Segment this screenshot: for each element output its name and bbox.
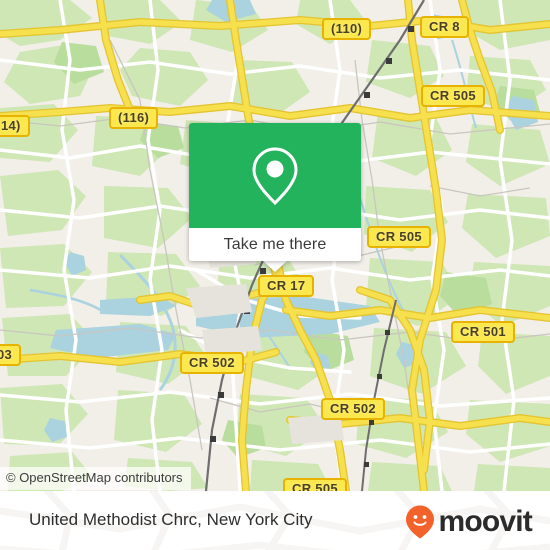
moovit-logo[interactable]: moovit — [404, 504, 533, 540]
road-shield: CR 505 — [421, 85, 485, 107]
map-pin-icon — [252, 146, 298, 205]
take-me-there-button[interactable]: Take me there — [189, 228, 361, 261]
road-shield: CR 505 — [367, 226, 431, 248]
moovit-wordmark: moovit — [438, 505, 532, 538]
location-popup-card[interactable]: Take me there — [189, 123, 361, 261]
road-shield: CR 505 — [283, 478, 347, 491]
footer-bar: United Methodist Chrc, New York City moo… — [0, 491, 550, 550]
location-title: United Methodist Chrc, New York City — [29, 510, 313, 529]
popup-pin-area — [189, 123, 361, 228]
road-shield: CR 8 — [420, 16, 469, 38]
road-shield: (116) — [109, 107, 159, 129]
osm-attribution[interactable]: © OpenStreetMap contributors — [0, 467, 191, 490]
road-shield: CR 501 — [451, 321, 515, 343]
road-shield: 14) — [0, 115, 30, 137]
popup-pointer — [262, 260, 288, 272]
road-shield: (110) — [322, 18, 372, 40]
road-shield: 03 — [0, 344, 22, 366]
moovit-smiley-pin-icon — [406, 505, 435, 539]
moovit-map-screenshot: (110) CR 8 CR 505 (116) 14) CR 505 CR 17… — [0, 0, 550, 550]
road-shield: CR 17 — [258, 275, 315, 297]
road-shield: CR 502 — [321, 398, 385, 420]
road-shield: CR 502 — [180, 352, 244, 374]
take-me-there-label: Take me there — [223, 235, 327, 253]
